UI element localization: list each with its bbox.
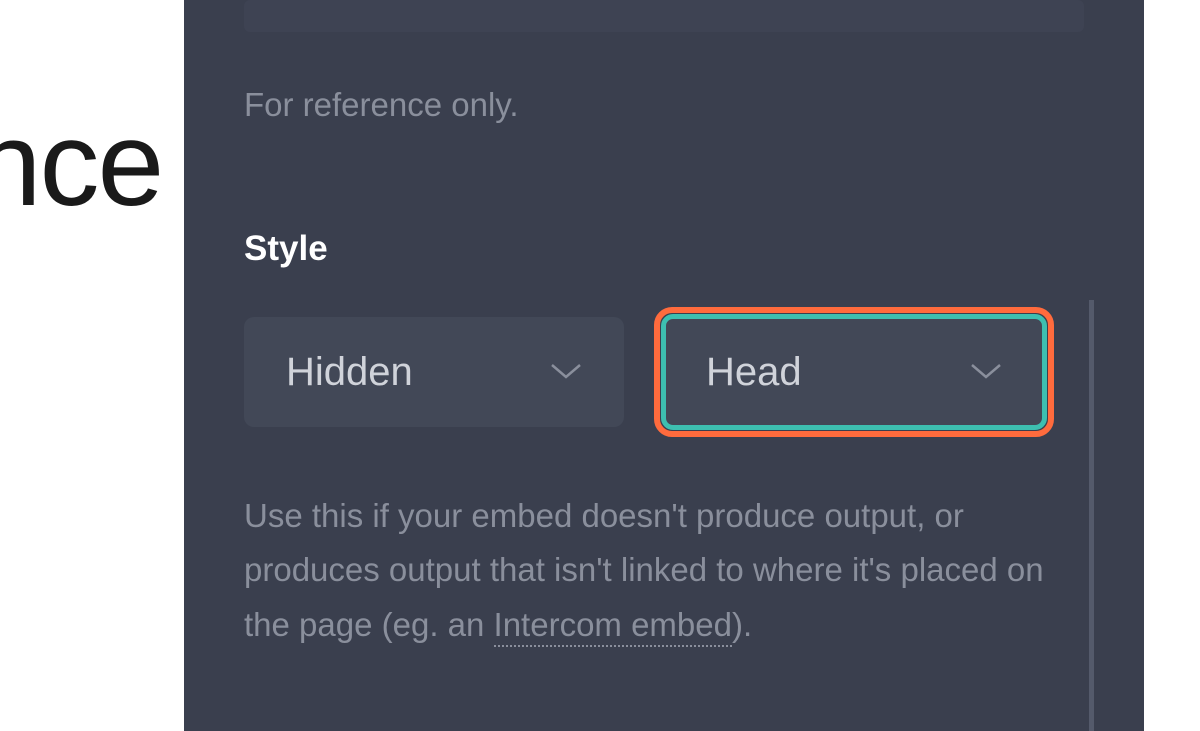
intercom-embed-link[interactable]: Intercom embed <box>494 606 732 647</box>
input-field-placeholder[interactable] <box>244 0 1084 32</box>
settings-panel: For reference only. Style Hidden Head Us… <box>184 0 1144 731</box>
description-suffix: ). <box>732 606 752 643</box>
visibility-dropdown[interactable]: Hidden <box>244 317 624 427</box>
style-description-text: Use this if your embed doesn't produce o… <box>244 489 1044 652</box>
position-dropdown[interactable]: Head <box>664 317 1044 427</box>
style-section-label: Style <box>244 229 1084 269</box>
background-partial-text: ance <box>0 95 162 233</box>
position-dropdown-label: Head <box>706 350 802 395</box>
style-dropdown-row: Hidden Head <box>244 317 1084 427</box>
reference-helper-text: For reference only. <box>244 86 1084 124</box>
chevron-down-icon <box>970 363 1002 381</box>
chevron-down-icon <box>550 363 582 381</box>
visibility-dropdown-label: Hidden <box>286 350 413 395</box>
scrollbar-track[interactable] <box>1089 300 1094 731</box>
